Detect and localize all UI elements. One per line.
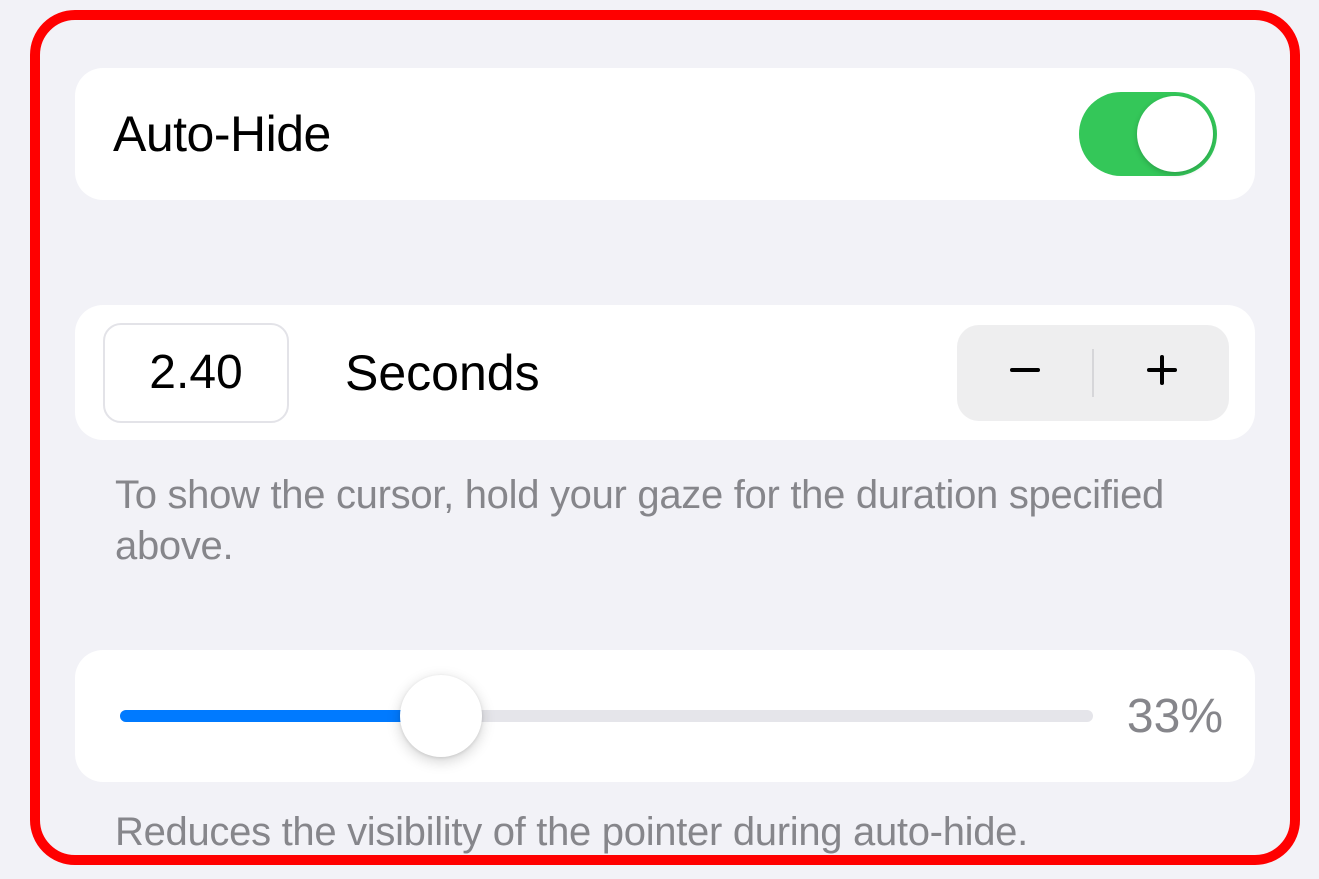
minus-icon (1006, 351, 1044, 394)
auto-hide-toggle[interactable] (1079, 92, 1217, 176)
slider-thumb[interactable] (400, 675, 482, 757)
slider-fill (120, 710, 441, 722)
duration-value-field[interactable]: 2.40 (103, 323, 289, 423)
duration-stepper (957, 325, 1229, 421)
duration-help-text: To show the cursor, hold your gaze for t… (75, 440, 1255, 572)
opacity-row: 33% (75, 650, 1255, 782)
plus-icon (1143, 351, 1181, 394)
auto-hide-row: Auto-Hide (75, 68, 1255, 200)
duration-row: 2.40 Seconds (75, 305, 1255, 440)
toggle-knob (1137, 96, 1213, 172)
opacity-help-text: Reduces the visibility of the pointer du… (75, 782, 1255, 855)
duration-unit-label: Seconds (345, 344, 901, 402)
stepper-decrement築[interactable] (957, 325, 1092, 421)
auto-hide-label: Auto-Hide (113, 105, 331, 163)
opacity-percent-label: 33% (1127, 689, 1223, 744)
settings-panel-highlight: Auto-Hide 2.40 Seconds (30, 10, 1300, 865)
opacity-slider[interactable] (120, 710, 1093, 722)
stepper-increment[interactable] (1094, 325, 1229, 421)
